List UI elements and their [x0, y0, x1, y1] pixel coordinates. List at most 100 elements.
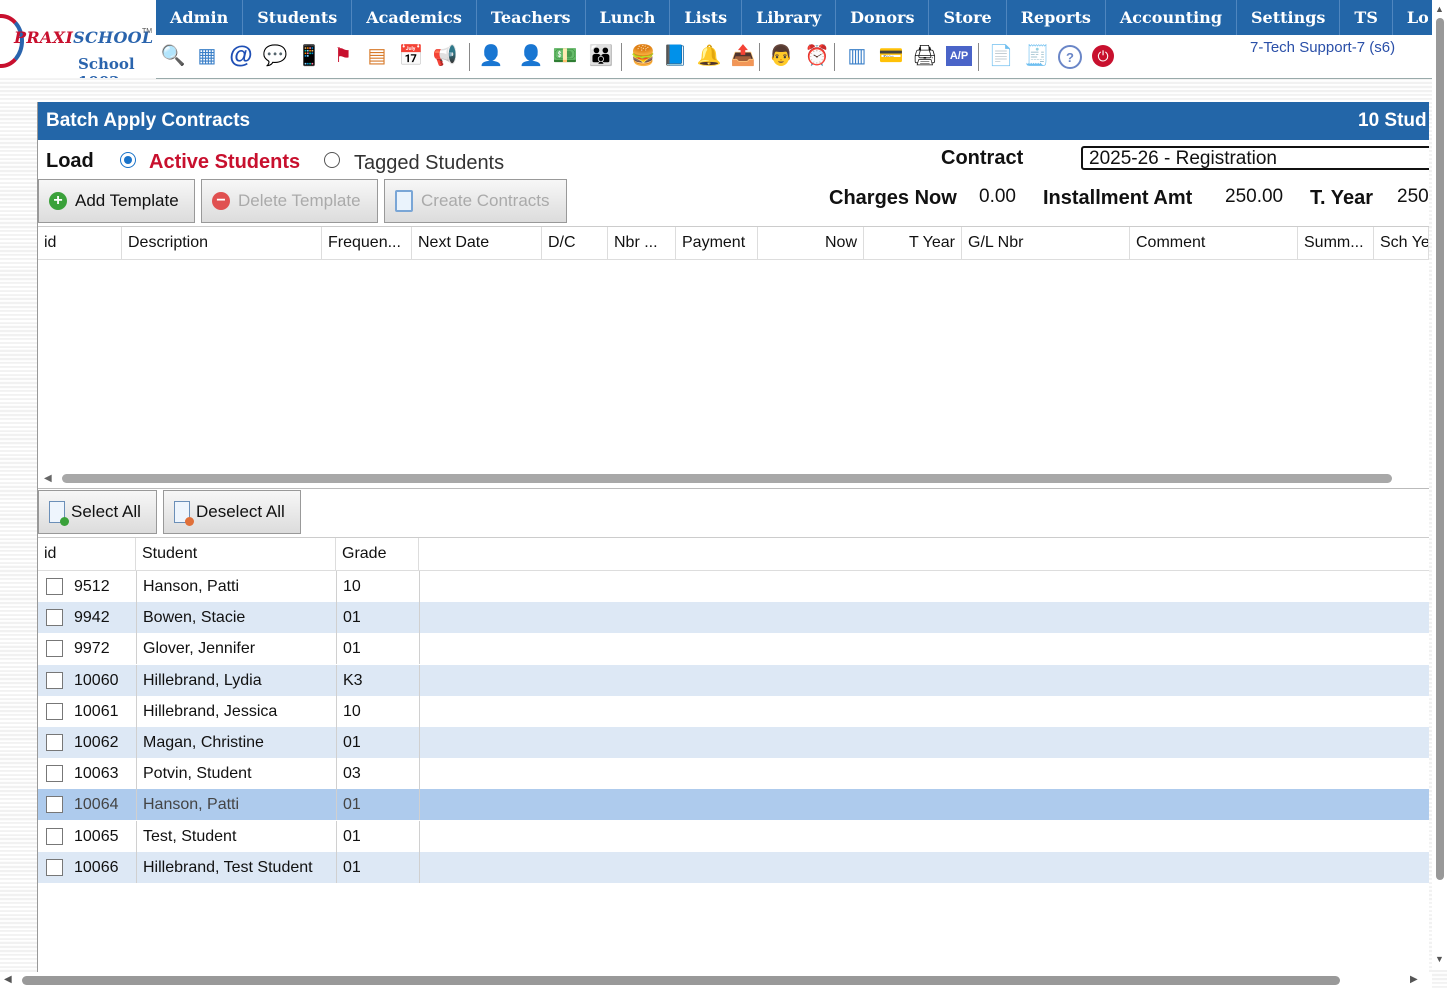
- page-scroll-left-arrow-icon[interactable]: ◀: [4, 974, 12, 985]
- email-icon[interactable]: @: [228, 43, 254, 69]
- card-icon[interactable]: 💳: [878, 43, 904, 69]
- scroll-up-arrow-icon[interactable]: ▲: [1435, 4, 1444, 14]
- template-grid-scrollbar[interactable]: ◀: [38, 471, 1429, 487]
- student-checkbox[interactable]: [46, 702, 63, 720]
- deselect-all-button[interactable]: Deselect All: [163, 490, 301, 534]
- pdf-icon[interactable]: 📄: [988, 43, 1014, 69]
- menu-academics[interactable]: Academics: [352, 0, 477, 35]
- create-contracts-button[interactable]: Create Contracts: [384, 179, 567, 223]
- ap-icon[interactable]: A/P: [946, 46, 972, 66]
- student-row[interactable]: 9942 Bowen, Stacie 01: [38, 602, 1429, 634]
- student-row[interactable]: 9972 Glover, Jennifer 01: [38, 633, 1429, 665]
- student-checkbox[interactable]: [46, 796, 63, 814]
- student-row[interactable]: 10065 Test, Student 01: [38, 820, 1429, 852]
- template-col-header[interactable]: Frequen...: [322, 227, 412, 259]
- tagged-students-label[interactable]: Tagged Students: [354, 152, 504, 175]
- book-icon[interactable]: 📘: [662, 43, 688, 69]
- table-icon[interactable]: ▥: [844, 43, 870, 69]
- tagged-students-radio[interactable]: [324, 152, 340, 168]
- menu-reports[interactable]: Reports: [1007, 0, 1106, 35]
- student-col-header[interactable]: Grade: [336, 538, 419, 570]
- student-checkbox[interactable]: [46, 734, 63, 751]
- help-icon[interactable]: ?: [1058, 45, 1082, 69]
- page-horizontal-scroll-thumb[interactable]: [22, 976, 1340, 985]
- template-col-header[interactable]: G/L Nbr: [962, 227, 1130, 259]
- menu-settings[interactable]: Settings: [1237, 0, 1341, 35]
- template-col-header[interactable]: Sch Ye: [1374, 227, 1429, 259]
- student-checkbox[interactable]: [46, 765, 63, 783]
- menu-donors[interactable]: Donors: [836, 0, 930, 35]
- search-icon[interactable]: 🔍: [160, 43, 186, 69]
- student-checkbox[interactable]: [46, 827, 63, 845]
- megaphone-icon[interactable]: 📢: [432, 43, 458, 69]
- student-row[interactable]: 10063 Potvin, Student 03: [38, 758, 1429, 790]
- student-row[interactable]: 10064 Hanson, Patti 01: [38, 789, 1429, 821]
- grid-icon[interactable]: ▦: [194, 43, 220, 69]
- menu-store[interactable]: Store: [929, 0, 1007, 35]
- printer-icon[interactable]: 🖨: [912, 43, 938, 69]
- student-row[interactable]: 9512 Hanson, Patti 10: [38, 571, 1429, 602]
- menu-lists[interactable]: Lists: [670, 0, 743, 35]
- add-student-icon[interactable]: 👤: [478, 43, 504, 69]
- delete-template-button[interactable]: − Delete Template: [201, 179, 378, 223]
- menu-lunch[interactable]: Lunch: [586, 0, 671, 35]
- menu-accounting[interactable]: Accounting: [1106, 0, 1237, 35]
- money-icon[interactable]: 💵: [552, 43, 578, 69]
- mobile-icon[interactable]: 📱: [296, 43, 322, 69]
- bell-icon[interactable]: 🔔: [696, 43, 722, 69]
- menu-ts[interactable]: TS: [1340, 0, 1393, 35]
- student-row[interactable]: 10060 Hillebrand, Lydia K3: [38, 664, 1429, 696]
- template-col-header[interactable]: id: [38, 227, 122, 259]
- student-checkbox[interactable]: [46, 858, 63, 876]
- template-col-header[interactable]: Payment: [676, 227, 758, 259]
- menu-admin[interactable]: Admin: [156, 0, 244, 35]
- student-grade: 10: [343, 702, 361, 720]
- active-students-radio[interactable]: [120, 152, 136, 168]
- student-checkbox[interactable]: [46, 640, 63, 658]
- clock-icon[interactable]: ⏰: [804, 43, 830, 69]
- template-col-header[interactable]: Next Date: [412, 227, 542, 259]
- page-vertical-scrollbar[interactable]: ▲ ▼: [1432, 0, 1447, 970]
- register-icon[interactable]: 🧾: [1024, 43, 1050, 69]
- schedule-icon[interactable]: ▤: [364, 43, 390, 69]
- page-horizontal-scrollbar[interactable]: ◀ ▶: [0, 972, 1432, 989]
- student-grade: 01: [343, 827, 361, 845]
- lunch-icon[interactable]: 🍔: [630, 43, 656, 69]
- flag-icon[interactable]: ⚑: [330, 43, 356, 69]
- page-vertical-scroll-thumb[interactable]: [1436, 18, 1444, 880]
- family-icon[interactable]: 👪: [588, 43, 614, 69]
- student-checkbox[interactable]: [46, 671, 63, 689]
- contract-select[interactable]: 2025-26 - Registration: [1081, 146, 1429, 170]
- student-checkbox[interactable]: [46, 609, 63, 627]
- template-col-header[interactable]: Nbr ...: [608, 227, 676, 259]
- template-grid-scroll-thumb[interactable]: [62, 474, 1392, 483]
- chat-icon[interactable]: 💬: [262, 43, 288, 69]
- template-col-header[interactable]: Summ...: [1298, 227, 1374, 259]
- scroll-down-arrow-icon[interactable]: ▼: [1435, 954, 1444, 964]
- export-icon[interactable]: 📤: [730, 43, 756, 69]
- menu-students[interactable]: Students: [243, 0, 353, 35]
- page-scroll-right-arrow-icon[interactable]: ▶: [1410, 974, 1418, 985]
- template-col-header[interactable]: T Year: [864, 227, 962, 259]
- menu-teachers[interactable]: Teachers: [477, 0, 586, 35]
- student-icon[interactable]: 👤: [518, 43, 544, 69]
- template-col-header[interactable]: D/C: [542, 227, 608, 259]
- add-template-button[interactable]: + Add Template: [38, 179, 195, 223]
- active-students-label[interactable]: Active Students: [149, 151, 300, 174]
- template-col-header[interactable]: Comment: [1130, 227, 1298, 259]
- student-row[interactable]: 10062 Magan, Christine 01: [38, 727, 1429, 758]
- user-label[interactable]: 7-Tech Support-7 (s6): [1250, 39, 1395, 56]
- student-row[interactable]: 10061 Hillebrand, Jessica 10: [38, 695, 1429, 727]
- menu-library[interactable]: Library: [742, 0, 837, 35]
- select-all-button[interactable]: Select All: [38, 490, 157, 534]
- student-checkbox[interactable]: [46, 578, 63, 595]
- student-col-header[interactable]: id: [38, 538, 136, 570]
- template-col-header[interactable]: Now: [758, 227, 864, 259]
- scroll-left-arrow-icon[interactable]: ◀: [44, 473, 52, 484]
- teacher-icon[interactable]: 👨: [768, 43, 794, 69]
- student-col-header[interactable]: Student: [136, 538, 336, 570]
- template-col-header[interactable]: Description: [122, 227, 322, 259]
- power-icon[interactable]: ⏻: [1092, 45, 1114, 67]
- student-row[interactable]: 10066 Hillebrand, Test Student 01: [38, 851, 1429, 883]
- calendar-icon[interactable]: 📅: [398, 43, 424, 69]
